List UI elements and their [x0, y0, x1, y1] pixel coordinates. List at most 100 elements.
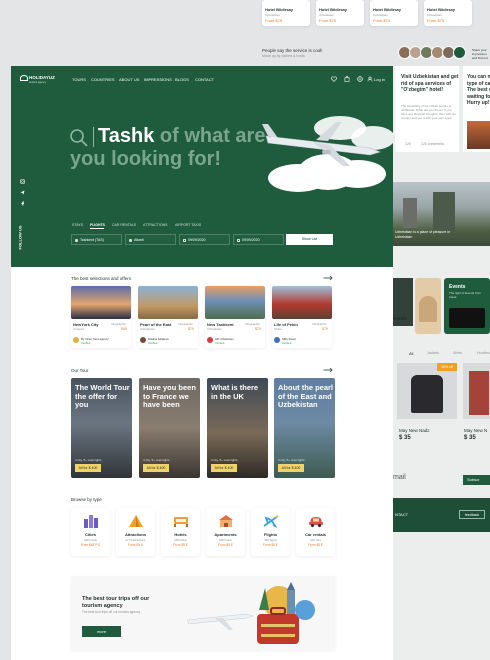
- city-icon: [83, 514, 99, 528]
- heart-icon[interactable]: [331, 76, 337, 82]
- nav-countries[interactable]: COUNTRIES: [91, 77, 115, 82]
- nav-contact[interactable]: CONTACT: [195, 77, 214, 82]
- logo[interactable]: HOLIDAYUZ tourism agency: [20, 74, 60, 86]
- instagram-icon[interactable]: [20, 179, 25, 184]
- hero: HOLIDAYUZ tourism agency TOURS COUNTRIES…: [11, 66, 393, 267]
- type-card-hotels[interactable]: Hotels 348 hotels From $5 E: [161, 508, 200, 556]
- apartment-icon: [218, 514, 234, 528]
- avatar: [274, 337, 280, 343]
- nav-blogs[interactable]: BLOGS: [175, 77, 189, 82]
- type-count: 348 hotels: [84, 538, 97, 542]
- nav-tours[interactable]: TOURS: [72, 77, 86, 82]
- type-price: From $5 E: [263, 543, 278, 547]
- email-field[interactable]: mail: [393, 474, 406, 481]
- nav-impressions[interactable]: IMPRESSIONS: [144, 77, 172, 82]
- shop-tab[interactable]: All: [409, 351, 413, 356]
- hotel-card[interactable]: Hotel Bildirsay Uzbekistan From $75: [316, 0, 364, 26]
- arrow-right-icon[interactable]: [323, 367, 333, 373]
- type-card-apartments[interactable]: Apartments 348 hotels From $5 E: [206, 508, 245, 556]
- hotel-location: Uzbekistan: [319, 13, 334, 17]
- events-title: Events: [449, 284, 466, 290]
- tour-card[interactable]: About the pearl of the East and Uzbekist…: [274, 378, 335, 478]
- tour-price-badge[interactable]: All for $ 400: [143, 464, 169, 472]
- product-card[interactable]: [463, 363, 490, 419]
- top-hotel-strip: Hotel Bildirsay Uzbekistan From $75 Hote…: [262, 0, 490, 26]
- search-icon: [69, 128, 89, 148]
- follow-us-label: FOLLOW US: [17, 225, 23, 250]
- tab-stays[interactable]: STAYS: [72, 223, 83, 227]
- nav-about-us[interactable]: ABOUT US: [119, 77, 139, 82]
- product-card[interactable]: 30% off: [397, 363, 457, 419]
- offer-location: America: [73, 327, 85, 331]
- type-card-car-rentals[interactable]: Car rentals 348 cars From $5 E: [296, 508, 335, 556]
- login-link[interactable]: Log in: [374, 77, 385, 82]
- offer-photo: [71, 286, 131, 319]
- telegram-icon[interactable]: [20, 190, 25, 195]
- depart-date-field[interactable]: 09/09/2020: [179, 234, 230, 245]
- type-card-attractions[interactable]: Attractions at 76 attractions From $5 U: [116, 508, 155, 556]
- events-card[interactable]: Events The right of Events from travel: [444, 278, 490, 334]
- offer-photo: [272, 286, 332, 319]
- from-field-value: Tashkent (TAS): [80, 238, 104, 242]
- tour-meta: 4 city, 5+ overnights: [278, 458, 305, 462]
- product-name[interactable]: May New Nadz: [399, 428, 430, 433]
- user-icon[interactable]: [367, 76, 373, 82]
- type-card-flights[interactable]: Flights 348 flights From $5 E: [251, 508, 290, 556]
- offer-photo: [138, 286, 198, 319]
- hotel-card[interactable]: Hotel Bildirsay Uzbekistan From $75: [370, 0, 418, 26]
- promo-title: The best tour trips off our tourism agen…: [82, 596, 150, 609]
- travel-suitcase-illustration: [186, 580, 335, 648]
- globe-icon[interactable]: [357, 76, 363, 82]
- tour-title: Have you been to France we have been: [143, 383, 196, 409]
- tab-flights[interactable]: FLIGHTS: [90, 223, 105, 227]
- verified-label: Verified: [81, 341, 91, 345]
- from-field[interactable]: Tashkent (TAS): [71, 234, 122, 245]
- offer-card[interactable]: Pearl of the East Infographic Uzbekistan…: [138, 286, 198, 348]
- tour-price-badge[interactable]: All for $ 400: [211, 464, 237, 472]
- product-scarf: [469, 371, 489, 415]
- tour-price-badge[interactable]: All for $ 400: [75, 464, 101, 472]
- type-price: From $5 E: [308, 543, 323, 547]
- hotel-name: Hotel Bildirsay: [319, 7, 348, 12]
- shop-tab[interactable]: Hoodies: [477, 351, 490, 355]
- offer-location: Uzbekistan: [140, 327, 155, 331]
- facebook-icon[interactable]: [20, 201, 25, 206]
- tab-airport-taxis[interactable]: AIRPORT TAXIS: [175, 223, 201, 227]
- more-button[interactable]: more: [82, 626, 121, 637]
- type-name: Attractions: [124, 532, 147, 537]
- offer-tag: Infographic: [111, 322, 126, 326]
- hotel-card[interactable]: Hotel Bildirsay Uzbekistan From $75: [424, 0, 472, 26]
- shop-tab[interactable]: Jackets: [427, 351, 439, 355]
- browse-title: Browse by type: [71, 497, 102, 502]
- tour-meta: 4 city, 5+ overnights: [143, 458, 170, 462]
- hotel-promo-body: The hospitality of the Uzbek people is w…: [401, 104, 457, 120]
- show-list-button[interactable]: Show List: [286, 234, 333, 245]
- offer-card[interactable]: New Tashkent Infographic Uzbekistan $79 …: [205, 286, 265, 348]
- tab-attractions[interactable]: ATTRACTIONS: [143, 223, 167, 227]
- hotel-card[interactable]: Hotel Bildirsay Uzbekistan From $75: [262, 0, 310, 26]
- category-label: Hotels: [393, 316, 407, 321]
- tour-card[interactable]: The World Tour the offer for you 4 city,…: [71, 378, 132, 478]
- offer-card[interactable]: Life of Pekin Infographic China $79 Silk…: [272, 286, 332, 348]
- tour-price-badge[interactable]: All for $ 400: [278, 464, 304, 472]
- tab-car-rentals[interactable]: CAR RENTALS: [112, 223, 136, 227]
- verified-label: Verified: [282, 341, 292, 345]
- product-name[interactable]: May New N: [464, 428, 487, 433]
- type-price: From $5 E: [173, 543, 188, 547]
- tour-card[interactable]: Have you been to France we have been 4 c…: [139, 378, 200, 478]
- subscribe-button[interactable]: Subscr: [463, 475, 490, 485]
- tour-title: About the pearl of the East and Uzbekist…: [278, 383, 334, 409]
- feedback-button[interactable]: feedback: [459, 510, 485, 519]
- bag-icon[interactable]: [344, 76, 350, 82]
- calendar-icon: [237, 239, 240, 242]
- tour-card[interactable]: What is there in the UK 4 city, 5+ overn…: [207, 378, 268, 478]
- type-card-cities[interactable]: Cities 348 hotels From $48 P.O: [71, 508, 110, 556]
- arrow-right-icon[interactable]: [323, 275, 333, 281]
- avatar: [140, 337, 146, 343]
- plane-takeoff-icon: [75, 239, 78, 242]
- return-date-field[interactable]: 09/09/2020: [233, 234, 284, 245]
- shop-tab[interactable]: Shirts: [453, 351, 462, 355]
- to-field[interactable]: Atlanti: [125, 234, 176, 245]
- hotel-promo-views: 120: [405, 142, 411, 146]
- offer-card[interactable]: NewYork City Infographic America $49 By …: [71, 286, 131, 348]
